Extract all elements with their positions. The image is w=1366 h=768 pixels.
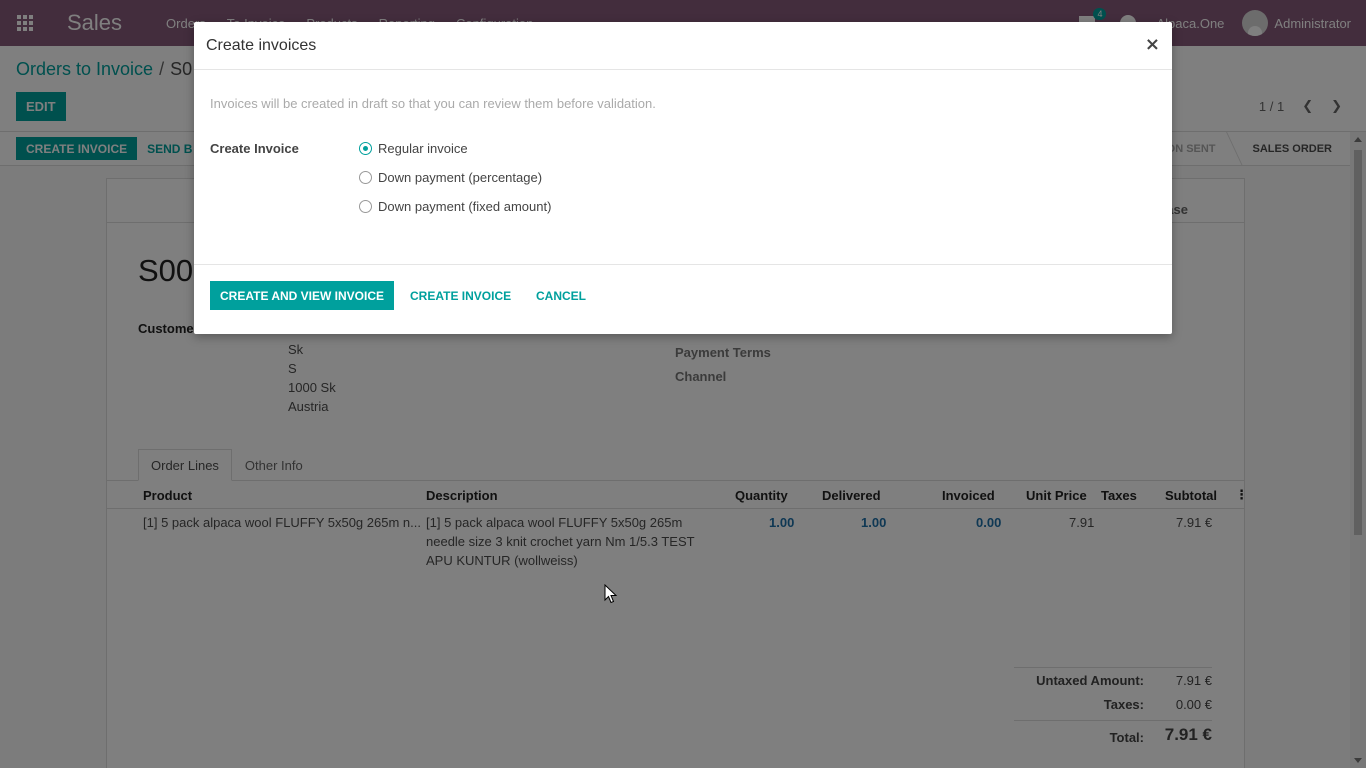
create-invoices-dialog: Create invoices × Invoices will be creat… bbox=[194, 22, 1172, 334]
radio-label[interactable]: Down payment (fixed amount) bbox=[378, 199, 551, 214]
dialog-header: Create invoices × bbox=[194, 22, 1172, 70]
dialog-title: Create invoices bbox=[206, 37, 317, 54]
radio-down-payment-percentage[interactable]: Down payment (percentage) bbox=[359, 170, 542, 185]
cancel-button[interactable]: CANCEL bbox=[530, 281, 592, 310]
radio-down-payment-fixed[interactable]: Down payment (fixed amount) bbox=[359, 199, 551, 214]
mouse-cursor-icon bbox=[604, 584, 618, 604]
create-invoice-field-label: Create Invoice bbox=[210, 141, 299, 156]
radio-checked-icon[interactable] bbox=[359, 142, 372, 155]
radio-label[interactable]: Down payment (percentage) bbox=[378, 170, 542, 185]
create-and-view-invoice-button[interactable]: CREATE AND VIEW INVOICE bbox=[210, 281, 395, 310]
dialog-footer: CREATE AND VIEW INVOICE CREATE INVOICE C… bbox=[194, 265, 1172, 332]
dialog-body: Invoices will be created in draft so tha… bbox=[194, 70, 1172, 265]
radio-regular-invoice[interactable]: Regular invoice bbox=[359, 141, 468, 156]
dialog-info-text: Invoices will be created in draft so tha… bbox=[210, 96, 656, 111]
create-invoice-dialog-button[interactable]: CREATE INVOICE bbox=[404, 281, 517, 310]
radio-label[interactable]: Regular invoice bbox=[378, 141, 468, 156]
radio-unchecked-icon[interactable] bbox=[359, 200, 372, 213]
close-icon[interactable]: × bbox=[1145, 34, 1160, 55]
radio-unchecked-icon[interactable] bbox=[359, 171, 372, 184]
